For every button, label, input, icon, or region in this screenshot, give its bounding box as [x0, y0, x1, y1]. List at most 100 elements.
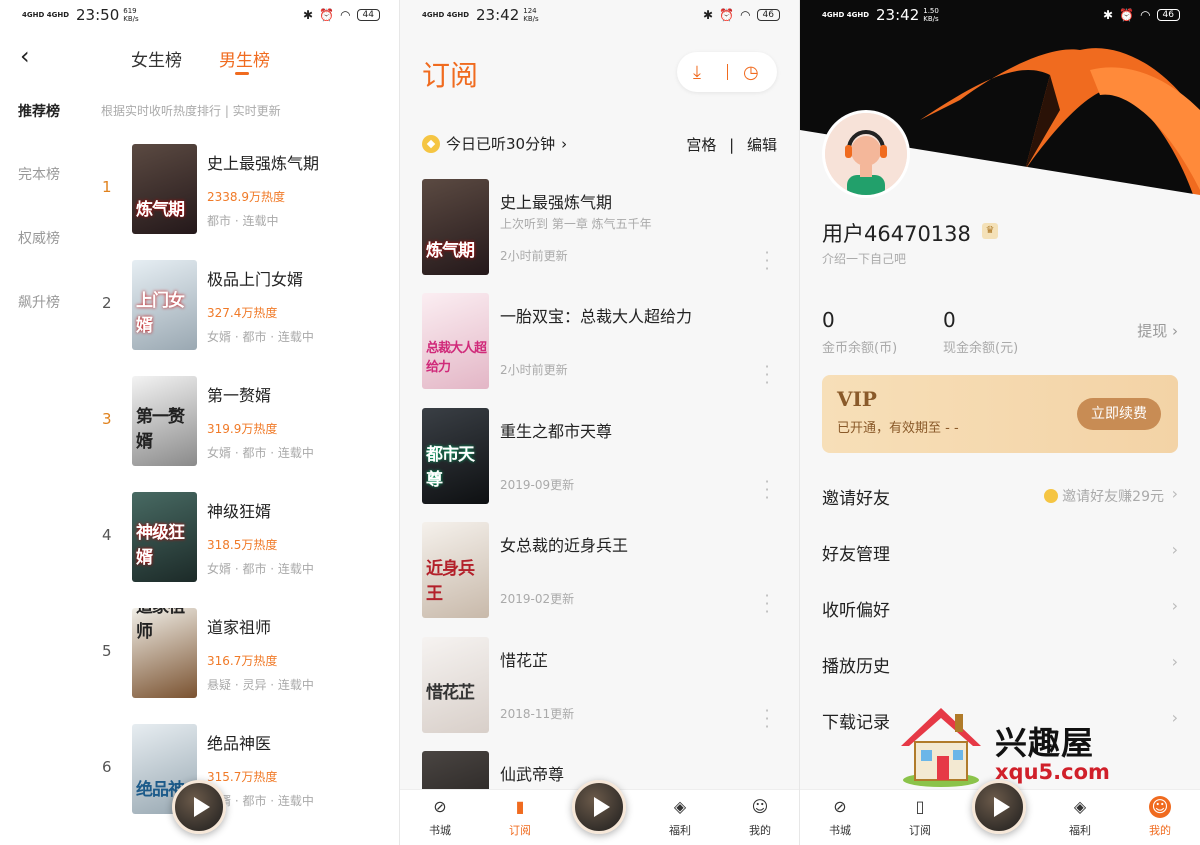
tab-female-ranking[interactable]: 女生榜 — [131, 46, 182, 71]
chevron-right-icon: › — [1172, 322, 1178, 340]
tab-welfare[interactable]: ◈ 福利 — [1050, 796, 1110, 838]
listen-time-link[interactable]: 今日已听30分钟 › — [422, 133, 567, 154]
cover-title: 惜花芷 — [426, 683, 475, 703]
book-heat: 2338.9万热度 — [207, 190, 285, 204]
alarm-icon: ⏰ — [719, 8, 735, 22]
avatar[interactable] — [822, 110, 910, 198]
rank-number: 3 — [102, 410, 112, 428]
edit-button[interactable]: 编辑 — [747, 136, 777, 154]
chevron-right-icon: › — [1171, 652, 1178, 671]
back-arrow-icon[interactable]: ‹ — [20, 42, 30, 70]
menu-friend-management[interactable]: 好友管理 › — [822, 534, 1178, 590]
vip-title: VIP — [837, 387, 877, 411]
ranking-item[interactable]: 1 炼气期 史上最强炼气期 2338.9万热度 都市 · 连载中 — [98, 144, 398, 244]
tab-subscribe[interactable]: ▮ 订阅 — [490, 796, 550, 838]
ranking-item[interactable]: 3 第一赘婿 第一赘婿 319.9万热度 女婿 · 都市 · 连载中 — [98, 376, 398, 476]
book-cover: 都市天尊 — [422, 408, 489, 504]
ranking-item[interactable]: 5 道家祖师 道家祖师 316.7万热度 悬疑 · 灵异 · 连载中 — [98, 608, 398, 708]
more-icon[interactable]: · · · — [764, 474, 770, 506]
book-title: 重生之都市天尊 — [500, 422, 613, 441]
tab-label: 福利 — [669, 824, 691, 837]
menu-label: 好友管理 — [822, 545, 890, 565]
category-recommended[interactable]: 推荐榜 — [18, 101, 60, 121]
ranking-screen: 4GHD 4GHD 23:50 619 KB/s ✱ ⏰ ◠ 44 ‹ 女生榜 … — [0, 0, 400, 845]
tab-label: 订阅 — [909, 824, 931, 837]
ranking-item[interactable]: 6 绝品神 绝品神医 315.7万热度 女婿 · 都市 · 连载中 — [98, 724, 398, 824]
subscribed-book[interactable]: 总裁大人超给力 一胎双宝：总裁大人超给力 2小时前更新 · · · — [422, 293, 782, 393]
book-cover: 近身兵王 — [422, 522, 489, 618]
status-bar: 4GHD 4GHD 23:50 619 KB/s ✱ ⏰ ◠ 44 — [0, 0, 399, 30]
tab-male-ranking[interactable]: 男生榜 — [219, 46, 270, 75]
cash-balance: 0 — [943, 308, 956, 332]
book-tags: 女婿 · 都市 · 连载中 — [207, 562, 314, 576]
play-icon — [994, 797, 1010, 817]
book-cover: 总裁大人超给力 — [422, 293, 489, 389]
update-time: 2小时前更新 — [500, 249, 568, 263]
tab-bookstore[interactable]: ⊘ 书城 — [810, 796, 870, 838]
renew-button[interactable]: 立即续费 — [1077, 398, 1161, 430]
player-fab[interactable] — [572, 780, 626, 834]
tab-mine[interactable]: ☺ 我的 — [1130, 796, 1190, 838]
cover-title: 近身兵王 — [426, 559, 475, 604]
subscribed-book[interactable]: 惜花芷 惜花芷 2018-11更新 · · · — [422, 637, 782, 737]
download-icon[interactable]: ⤓ — [693, 62, 701, 83]
ranking-item[interactable]: 2 上门女婿 极品上门女婿 327.4万热度 女婿 · 都市 · 连载中 — [98, 260, 398, 360]
menu-invite-friends[interactable]: 邀请好友 邀请好友赚29元 › — [822, 478, 1178, 534]
category-authority[interactable]: 权威榜 — [18, 228, 60, 248]
book-title: 惜花芷 — [500, 651, 549, 670]
more-icon[interactable]: · · · — [764, 703, 770, 735]
book-cover: 惜花芷 — [422, 637, 489, 733]
book-heat: 318.5万热度 — [207, 538, 278, 552]
cover-title: 都市天尊 — [426, 445, 475, 490]
tab-bookstore[interactable]: ⊘ 书城 — [410, 796, 470, 838]
more-icon[interactable]: · · · — [764, 588, 770, 620]
cash-balance-label: 现金余额(元) — [943, 341, 1019, 356]
category-rising[interactable]: 飙升榜 — [18, 292, 60, 312]
more-icon[interactable]: · · · — [764, 245, 770, 277]
wifi-icon: ◠ — [1140, 8, 1151, 22]
subscribed-book[interactable]: 都市天尊 重生之都市天尊 2019-09更新 · · · — [422, 408, 782, 508]
book-title: 仙武帝尊 — [500, 765, 565, 784]
coin-icon — [422, 134, 440, 153]
player-fab[interactable] — [172, 780, 226, 834]
subscribe-screen: 4GHD 4GHD 23:42 124 KB/s ✱ ⏰ ◠ 46 订阅 ⤓ ◷… — [400, 0, 800, 845]
book-cover: 上门女婿 — [132, 260, 197, 350]
book-title: 道家祖师 — [207, 618, 272, 637]
bookstore-icon: ⊘ — [833, 797, 847, 816]
history-clock-icon[interactable]: ◷ — [743, 62, 759, 83]
cover-title: 总裁大人超给力 — [426, 341, 487, 375]
battery-indicator: 46 — [756, 9, 780, 21]
vip-card[interactable]: VIP 已开通，有效期至 - - 立即续费 — [822, 375, 1178, 453]
book-title: 第一赘婿 — [207, 386, 272, 405]
cover-title: 炼气期 — [426, 241, 475, 261]
rank-number: 5 — [102, 642, 112, 660]
book-heat: 315.7万热度 — [207, 770, 278, 784]
net-speed: 124 KB/s — [523, 7, 539, 23]
chevron-right-icon: › — [1171, 708, 1178, 727]
book-cover: 神级狂婿 — [132, 492, 197, 582]
withdraw-link[interactable]: 提现 › — [1137, 320, 1178, 341]
tab-mine[interactable]: ☺ 我的 — [730, 796, 790, 838]
grid-view-button[interactable]: 宫格 — [686, 136, 716, 154]
book-heat: 327.4万热度 — [207, 306, 278, 320]
coin-balance: 0 — [822, 308, 835, 332]
ranking-item[interactable]: 4 神级狂婿 神级狂婿 318.5万热度 女婿 · 都市 · 连载中 — [98, 492, 398, 592]
book-heat: 319.9万热度 — [207, 422, 278, 436]
book-cover: 炼气期 — [422, 179, 489, 275]
menu-play-history[interactable]: 播放历史 › — [822, 646, 1178, 702]
subscribed-book[interactable]: 炼气期 史上最强炼气期 上次听到 第一章 炼气五千年 2小时前更新 · · · — [422, 179, 782, 279]
active-tab-indicator — [235, 72, 249, 75]
chevron-right-icon: › — [1171, 484, 1178, 503]
tab-welfare[interactable]: ◈ 福利 — [650, 796, 710, 838]
tab-subscribe[interactable]: ▯ 订阅 — [890, 796, 950, 838]
more-icon[interactable]: · · · — [764, 359, 770, 391]
cover-title: 炼气期 — [136, 200, 185, 220]
vip-status: 已开通，有效期至 - - — [837, 421, 959, 436]
menu-listening-preference[interactable]: 收听偏好 › — [822, 590, 1178, 646]
category-completed[interactable]: 完本榜 — [18, 164, 60, 184]
site-watermark: 兴趣屋 xqu5.com — [895, 700, 1125, 790]
profile-intro[interactable]: 介绍一下自己吧 — [822, 250, 906, 267]
status-bar: 4GHD 4GHD 23:42 124 KB/s ✱ ⏰ ◠ 46 — [400, 0, 799, 30]
book-tags: 都市 · 连载中 — [207, 214, 279, 228]
subscribed-book[interactable]: 近身兵王 女总裁的近身兵王 2019-02更新 · · · — [422, 522, 782, 622]
